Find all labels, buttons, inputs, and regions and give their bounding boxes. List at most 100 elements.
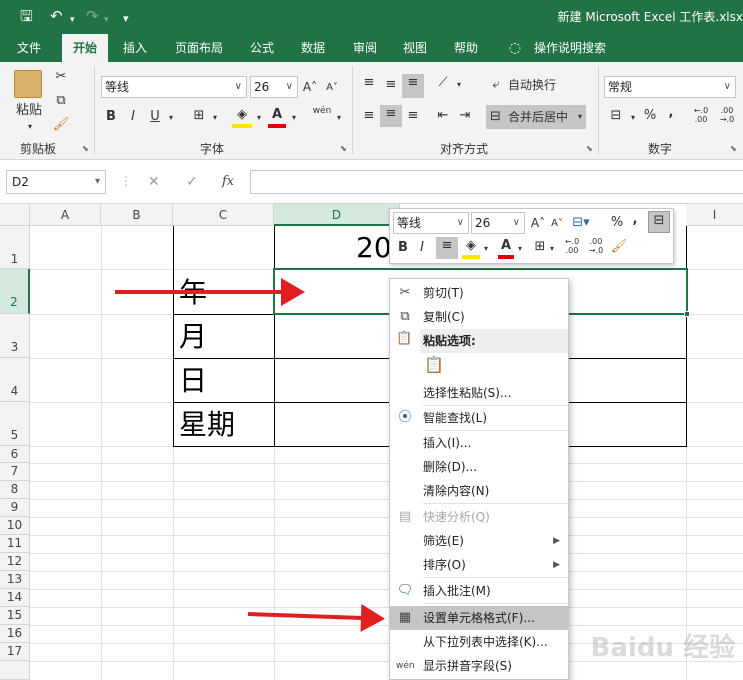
tell-me-search[interactable]: 操作说明搜索 (530, 34, 610, 62)
orientation-icon[interactable]: ⟋ (434, 74, 452, 92)
cut-icon[interactable]: ✂ (52, 68, 70, 86)
increase-decimal-icon[interactable]: ←.0.00 (562, 237, 582, 255)
customize-qat-icon[interactable]: ▾ (123, 10, 129, 28)
insert-function-button[interactable]: fx (222, 174, 234, 189)
align-left-icon[interactable]: ≡ (360, 107, 378, 125)
row-header-2[interactable]: 2 (0, 269, 30, 314)
name-box[interactable]: D2 ▾ (6, 170, 106, 194)
row-header-18[interactable] (0, 661, 30, 680)
menu-item-delete[interactable]: 删除(D)... (390, 455, 568, 479)
font-color-icon[interactable]: A (498, 237, 514, 259)
merge-icon[interactable]: ⊟ (648, 211, 670, 233)
menu-item-pick-from-list[interactable]: 从下拉列表中选择(K)... (390, 630, 568, 654)
menu-item-filter[interactable]: 筛选(E) ▶ (390, 529, 568, 553)
underline-button[interactable]: U (148, 108, 162, 126)
borders-icon[interactable]: ⊞ (532, 238, 548, 256)
tab-file[interactable]: 文件 (0, 34, 58, 62)
tab-data[interactable]: 数据 (290, 34, 336, 62)
decrease-decimal-icon[interactable]: .00 →.0 (586, 237, 606, 255)
center-align-icon[interactable]: ≡ (436, 237, 458, 259)
grow-font-icon[interactable]: A˄ (530, 214, 546, 232)
save-icon[interactable]: 🖫 (20, 7, 33, 25)
row-header-12[interactable]: 12 (0, 553, 30, 571)
shrink-font-icon[interactable]: A˅ (324, 79, 340, 97)
clipboard-launcher-icon[interactable]: ⬊ (82, 144, 89, 153)
tab-help[interactable]: 帮助 (444, 34, 488, 62)
row-header-9[interactable]: 9 (0, 499, 30, 517)
row-header-10[interactable]: 10 (0, 517, 30, 535)
column-header-i[interactable]: I (686, 204, 743, 226)
paste-icon[interactable] (14, 70, 42, 98)
number-format-icon[interactable]: ⊟▾ (570, 214, 592, 232)
tab-insert[interactable]: 插入 (112, 34, 158, 62)
wrap-text-icon[interactable]: ⤶ (488, 76, 504, 94)
menu-item-copy[interactable]: ⧉ 复制(C) (390, 305, 568, 329)
grow-font-icon[interactable]: A˄ (302, 78, 318, 96)
column-header-a[interactable]: A (30, 204, 101, 226)
row-header-16[interactable]: 16 (0, 625, 30, 643)
font-color-dropdown-icon[interactable]: ▾ (289, 109, 299, 127)
menu-item-cut[interactable]: ✂ 剪切(T) (390, 281, 568, 305)
comma-icon[interactable]: , (630, 211, 640, 229)
italic-button[interactable]: I (126, 108, 140, 126)
cell-d1[interactable]: 20 (356, 226, 392, 270)
percent-icon[interactable]: % (610, 214, 624, 232)
align-top-icon[interactable]: ≡ (360, 74, 378, 92)
number-format-combo[interactable]: 常规 ∨ (604, 76, 736, 98)
font-name-combo[interactable]: 等线 ∨ (101, 76, 247, 98)
percent-button[interactable]: % (642, 107, 658, 125)
increase-indent-icon[interactable]: ⇥ (456, 107, 474, 125)
row-header-8[interactable]: 8 (0, 481, 30, 499)
column-header-d[interactable]: D (274, 204, 400, 226)
phonetic-guide-icon[interactable]: wén (312, 106, 332, 116)
menu-item-smart-lookup[interactable]: ⦿ 智能查找(L) (390, 406, 568, 430)
worksheet-grid[interactable]: A B C D I 1 2 3 4 5 6 7 8 9 10 11 12 13 … (0, 204, 743, 680)
comma-button[interactable]: , (664, 104, 678, 122)
paste-dropdown-icon[interactable]: ▾ (24, 118, 36, 136)
orientation-dropdown-icon[interactable]: ▾ (454, 76, 464, 94)
tab-formulas[interactable]: 公式 (240, 34, 284, 62)
shrink-font-icon[interactable]: A˅ (550, 215, 564, 233)
align-right-icon[interactable]: ≡ (404, 107, 422, 125)
merge-center-button[interactable]: ⊟ 合并后居中 ▾ (486, 105, 586, 129)
formula-input[interactable] (250, 170, 743, 194)
menu-item-paste-special[interactable]: 选择性粘贴(S)... (390, 381, 568, 405)
menu-item-show-phonetic[interactable]: wén 显示拼音字段(S) (390, 654, 568, 678)
paste-option-icon[interactable]: 📋 (423, 355, 445, 379)
font-size-combo[interactable]: 26 ∨ (250, 76, 298, 98)
row-header-17[interactable]: 17 (0, 643, 30, 661)
mini-font-size-combo[interactable]: 26 ∨ (471, 212, 525, 234)
accounting-format-icon[interactable]: ⊟ (606, 107, 626, 125)
row-header-14[interactable]: 14 (0, 589, 30, 607)
fill-color-icon[interactable]: ◈ (232, 106, 252, 128)
align-bottom-icon[interactable]: ≡ (402, 74, 424, 98)
merge-dropdown-icon[interactable]: ▾ (578, 108, 582, 126)
decrease-indent-icon[interactable]: ⇤ (434, 107, 452, 125)
menu-item-clear-contents[interactable]: 清除内容(N) (390, 479, 568, 503)
mini-font-name-combo[interactable]: 等线 ∨ (393, 212, 469, 234)
row-header-11[interactable]: 11 (0, 535, 30, 553)
undo-icon[interactable]: ↶ (50, 7, 63, 25)
cancel-button[interactable]: ✕ (148, 174, 160, 190)
underline-dropdown-icon[interactable]: ▾ (166, 109, 176, 127)
menu-item-format-cells[interactable]: ▦ 设置单元格格式(F)... (390, 606, 568, 630)
format-painter-icon[interactable]: 🖌 (610, 238, 628, 256)
row-header-15[interactable]: 15 (0, 607, 30, 625)
copy-icon[interactable]: ⧉ (52, 92, 70, 110)
cell-c5[interactable]: 星期 (179, 403, 235, 447)
menu-item-insert-comment[interactable]: 🗨 插入批注(M) (390, 579, 568, 603)
row-header-4[interactable]: 4 (0, 358, 30, 402)
column-header-c[interactable]: C (173, 204, 274, 226)
cell-c4[interactable]: 日 (179, 359, 207, 403)
bold-icon[interactable]: B (396, 239, 410, 257)
bold-button[interactable]: B (104, 108, 118, 126)
format-painter-icon[interactable]: 🖌 (52, 116, 70, 134)
menu-item-insert[interactable]: 插入(I)... (390, 431, 568, 455)
borders-dropdown-icon[interactable]: ▾ (548, 240, 556, 258)
fill-color-dropdown-icon[interactable]: ▾ (482, 240, 490, 258)
tab-review[interactable]: 审阅 (342, 34, 388, 62)
select-all-corner[interactable] (0, 204, 30, 226)
align-middle-icon[interactable]: ≡ (382, 76, 400, 94)
enter-button[interactable]: ✓ (186, 174, 198, 190)
tab-home[interactable]: 开始 (62, 34, 108, 62)
